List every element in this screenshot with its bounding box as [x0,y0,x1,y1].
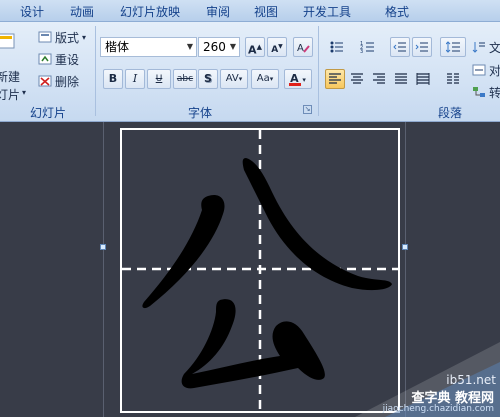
new-slide-icon [0,33,15,49]
delete-label: 删除 [55,74,80,89]
bold-button[interactable]: B [103,69,123,89]
chevron-down-icon: ▾ [238,75,243,83]
text-direction-button[interactable]: 文 [472,37,500,57]
tab-review[interactable]: 审阅 [206,3,230,20]
align-right-icon [373,73,385,84]
tab-view[interactable]: 视图 [254,3,278,20]
reset-label: 重设 [55,52,80,67]
ribbon: 新建 灯片 ▾ 版式 ▾ 重设 删除 幻灯片 楷体 ▼ 260 ▼ A▲ A▼ … [0,22,500,122]
chevron-down-icon: ▾ [269,75,274,83]
decrease-indent-button[interactable] [390,37,410,57]
align-left-icon [329,73,341,84]
tab-design[interactable]: 设计 [20,3,44,20]
svg-text:3: 3 [360,49,363,54]
font-size-combo[interactable]: 260 ▼ [198,37,240,57]
smartart-icon [473,87,485,97]
tab-format[interactable]: 格式 [385,3,409,20]
char-spacing-button[interactable]: AV▾ [220,69,248,89]
strikethrough-button[interactable]: abc [173,69,197,89]
resize-handle-left[interactable] [100,244,106,250]
text-direction-icon [472,42,485,53]
line-spacing-button[interactable] [440,37,466,57]
decrease-indent-icon [393,42,406,52]
columns-icon [447,73,459,84]
distribute-icon [416,73,430,85]
watermark: ib51.net 查字典 教程网 jiaocheng.chazidian.com [355,342,500,417]
align-center-icon [351,73,363,84]
chevron-down-icon[interactable]: ▼ [230,38,236,56]
paragraph-group-label: 段落 [437,106,462,120]
grow-font-label: A [248,43,257,57]
watermark-brand: ib51.net [446,373,496,387]
chevron-down-icon: ▾ [82,32,87,42]
justify-button[interactable] [391,69,411,89]
change-case-label: Aa [256,73,270,84]
grow-font-button[interactable]: A▲ [245,37,265,57]
font-color-button[interactable]: A ▾ [284,69,312,89]
layout-button[interactable]: 版式 ▾ [38,27,86,47]
numbering-button[interactable]: 123 [356,37,384,57]
shrink-font-button[interactable]: A▼ [267,37,287,57]
tab-developer[interactable]: 开发工具 [303,3,351,20]
underline-button[interactable]: U [147,69,171,89]
clear-format-button[interactable]: A [293,37,313,57]
align-right-button[interactable] [369,69,389,89]
underline-label: U [155,74,163,84]
font-color-swatch [289,83,301,86]
slide-left-edge [103,122,104,417]
eraser-icon: A [297,43,310,54]
columns-button[interactable] [440,69,466,89]
font-dialog-launcher-icon[interactable]: ↘ [303,105,312,114]
new-slide-label-2: 灯片 [0,88,21,102]
distribute-button[interactable] [413,69,433,89]
new-slide-button[interactable]: 新建 灯片 ▾ [0,28,28,102]
align-text-label: 对 [489,63,500,78]
chevron-down-icon[interactable]: ▼ [187,38,193,56]
bullet-list-icon [330,41,343,53]
delete-slide-icon [38,75,52,87]
font-size-value: 260 [203,40,226,54]
align-text-button[interactable]: 对 [472,60,500,80]
reset-button[interactable]: 重设 [38,49,79,69]
font-name-value: 楷体 [105,40,130,54]
resize-handle-right[interactable] [402,244,408,250]
tab-slideshow[interactable]: 幻灯片放映 [120,3,180,20]
group-divider [318,26,319,116]
align-text-icon [472,64,486,76]
chevron-down-icon: ▾ [302,76,306,84]
change-case-button[interactable]: Aa▾ [251,69,279,89]
increase-indent-button[interactable] [412,37,432,57]
watermark-url: jiaocheng.chazidian.com [382,404,494,414]
text-direction-label: 文 [489,40,500,55]
align-center-button[interactable] [347,69,367,89]
align-left-button[interactable] [325,69,345,89]
char-spacing-label: AV [225,73,239,84]
slide-workspace[interactable]: 公 ib51.net 查字典 教程网 jiaocheng.chazidian.c… [0,122,500,417]
layout-icon [38,31,52,43]
new-slide-label-1: 新建 [0,70,21,84]
reset-icon [38,53,52,65]
font-name-combo[interactable]: 楷体 ▼ [100,37,197,57]
ribbon-tab-bar: 设计 动画 幻灯片放映 审阅 视图 开发工具 格式 [0,0,500,22]
slides-group-label: 幻灯片 [29,106,66,120]
shadow-button[interactable]: S [198,69,218,89]
italic-button[interactable]: I [125,69,145,89]
bullets-button[interactable] [325,37,353,57]
svg-text:A: A [297,43,304,54]
delete-button[interactable]: 删除 [38,71,79,91]
convert-smartart-button[interactable]: 转 [472,82,500,102]
chevron-down-icon: ▾ [22,88,27,97]
increase-indent-icon [415,42,428,52]
convert-label: 转 [489,85,500,100]
justify-icon [395,73,407,84]
font-group-label: 字体 [187,106,212,120]
layout-label: 版式 [55,30,80,45]
group-divider [95,26,96,116]
tab-animation[interactable]: 动画 [70,3,94,20]
line-spacing-icon [445,41,460,53]
numbered-list-icon: 123 [360,41,374,55]
